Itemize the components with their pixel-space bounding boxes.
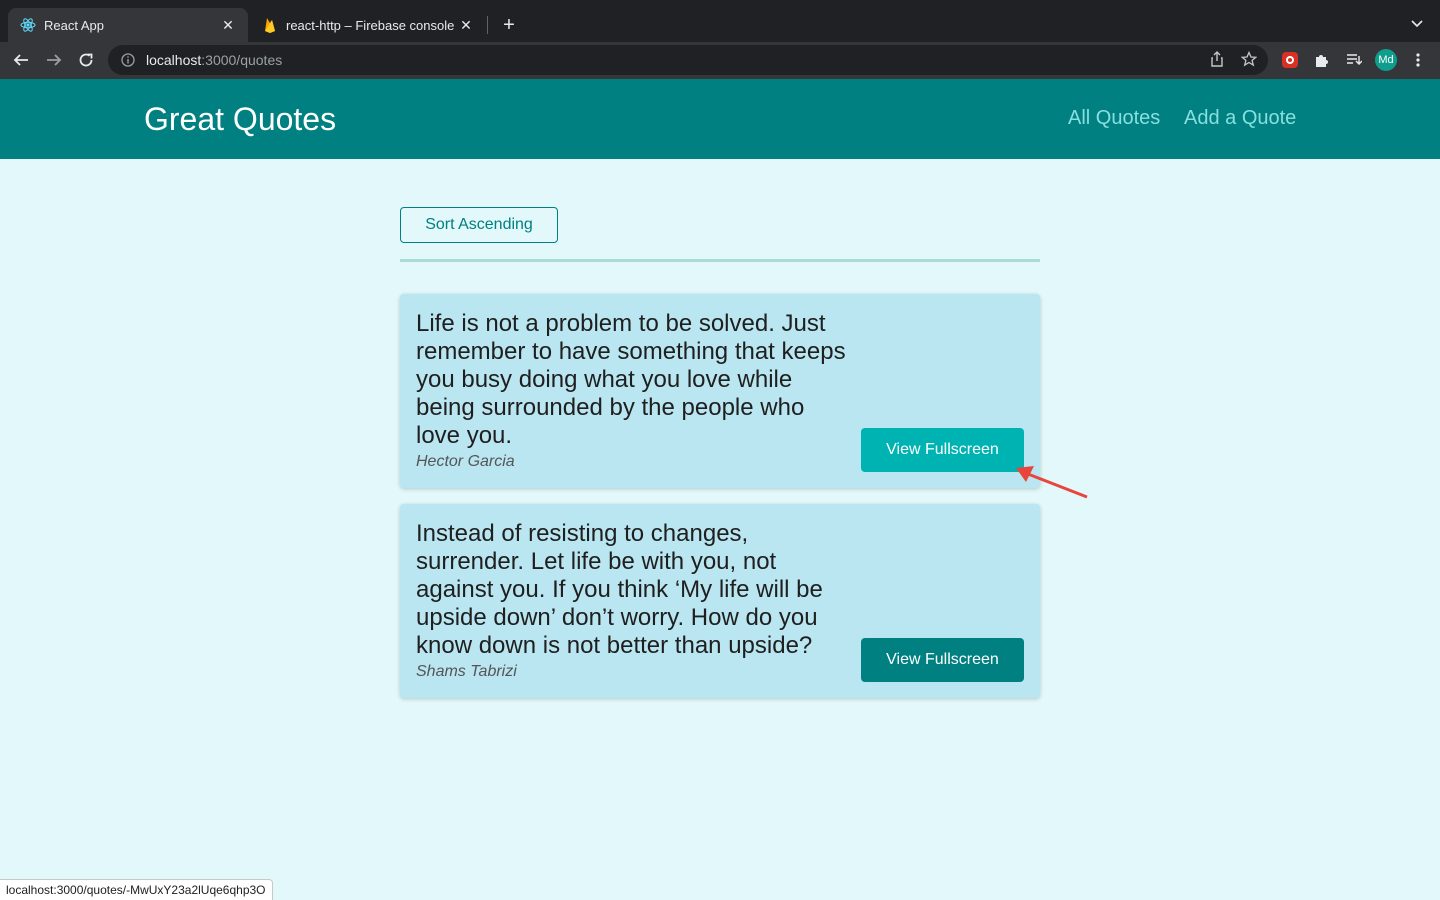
tab-title: React App — [44, 17, 104, 33]
bookmark-star-icon[interactable] — [1240, 50, 1258, 68]
tab-firebase-console[interactable]: react-http – Firebase console ✕ — [250, 8, 486, 42]
address-bar[interactable]: localhost:3000/quotes — [108, 45, 1268, 75]
divider — [400, 259, 1040, 262]
nav-add-quote[interactable]: Add a Quote — [1184, 107, 1296, 130]
info-icon[interactable] — [120, 52, 136, 68]
url-host: localhost — [146, 52, 202, 68]
chevron-down-icon[interactable] — [1407, 14, 1427, 34]
back-icon[interactable] — [9, 48, 33, 72]
quote-card: Life is not a problem to be solved. Just… — [400, 294, 1040, 488]
app-header: Great Quotes All Quotes Add a Quote — [0, 79, 1440, 159]
profile-avatar[interactable]: Md — [1375, 49, 1397, 71]
tab-title: react-http – Firebase console — [286, 17, 455, 33]
reload-icon[interactable] — [74, 48, 98, 72]
tab-react-app[interactable]: React App ✕ — [8, 8, 248, 42]
view-fullscreen-button[interactable]: View Fullscreen — [861, 428, 1024, 472]
tab-separator — [487, 16, 488, 34]
forward-icon[interactable] — [42, 48, 66, 72]
reading-list-icon[interactable] — [1344, 50, 1364, 70]
quote-card: Instead of resisting to changes, surrend… — [400, 504, 1040, 698]
brand-logo: Great Quotes — [144, 101, 337, 137]
annotation-arrow-icon — [1016, 466, 1088, 499]
status-bar-url: localhost:3000/quotes/-MwUxY23a2lUqe6qhp… — [0, 879, 273, 900]
view-fullscreen-button[interactable]: View Fullscreen — [861, 638, 1024, 682]
new-tab-icon[interactable]: + — [498, 14, 520, 36]
menu-kebab-icon[interactable] — [1408, 50, 1428, 70]
quote-author: Hector Garcia — [416, 453, 515, 470]
quote-text: Instead of resisting to changes, surrend… — [416, 520, 823, 659]
quote-text: Life is not a problem to be solved. Just… — [416, 310, 846, 449]
extensions-puzzle-icon[interactable] — [1312, 50, 1332, 70]
sort-ascending-button[interactable]: Sort Ascending — [400, 207, 558, 243]
nav-all-quotes[interactable]: All Quotes — [1068, 107, 1160, 130]
quote-author: Shams Tabrizi — [416, 663, 517, 680]
close-icon[interactable]: ✕ — [220, 17, 236, 33]
close-icon[interactable]: ✕ — [458, 17, 474, 33]
browser-toolbar: localhost:3000/quotes Md — [0, 42, 1440, 79]
extension-icon[interactable] — [1280, 50, 1300, 70]
react-icon — [20, 17, 36, 33]
share-icon[interactable] — [1208, 50, 1226, 68]
url-path: :3000/quotes — [201, 52, 283, 68]
browser-tab-strip: React App ✕ react-http – Firebase consol… — [0, 0, 1440, 42]
firebase-icon — [262, 17, 278, 33]
